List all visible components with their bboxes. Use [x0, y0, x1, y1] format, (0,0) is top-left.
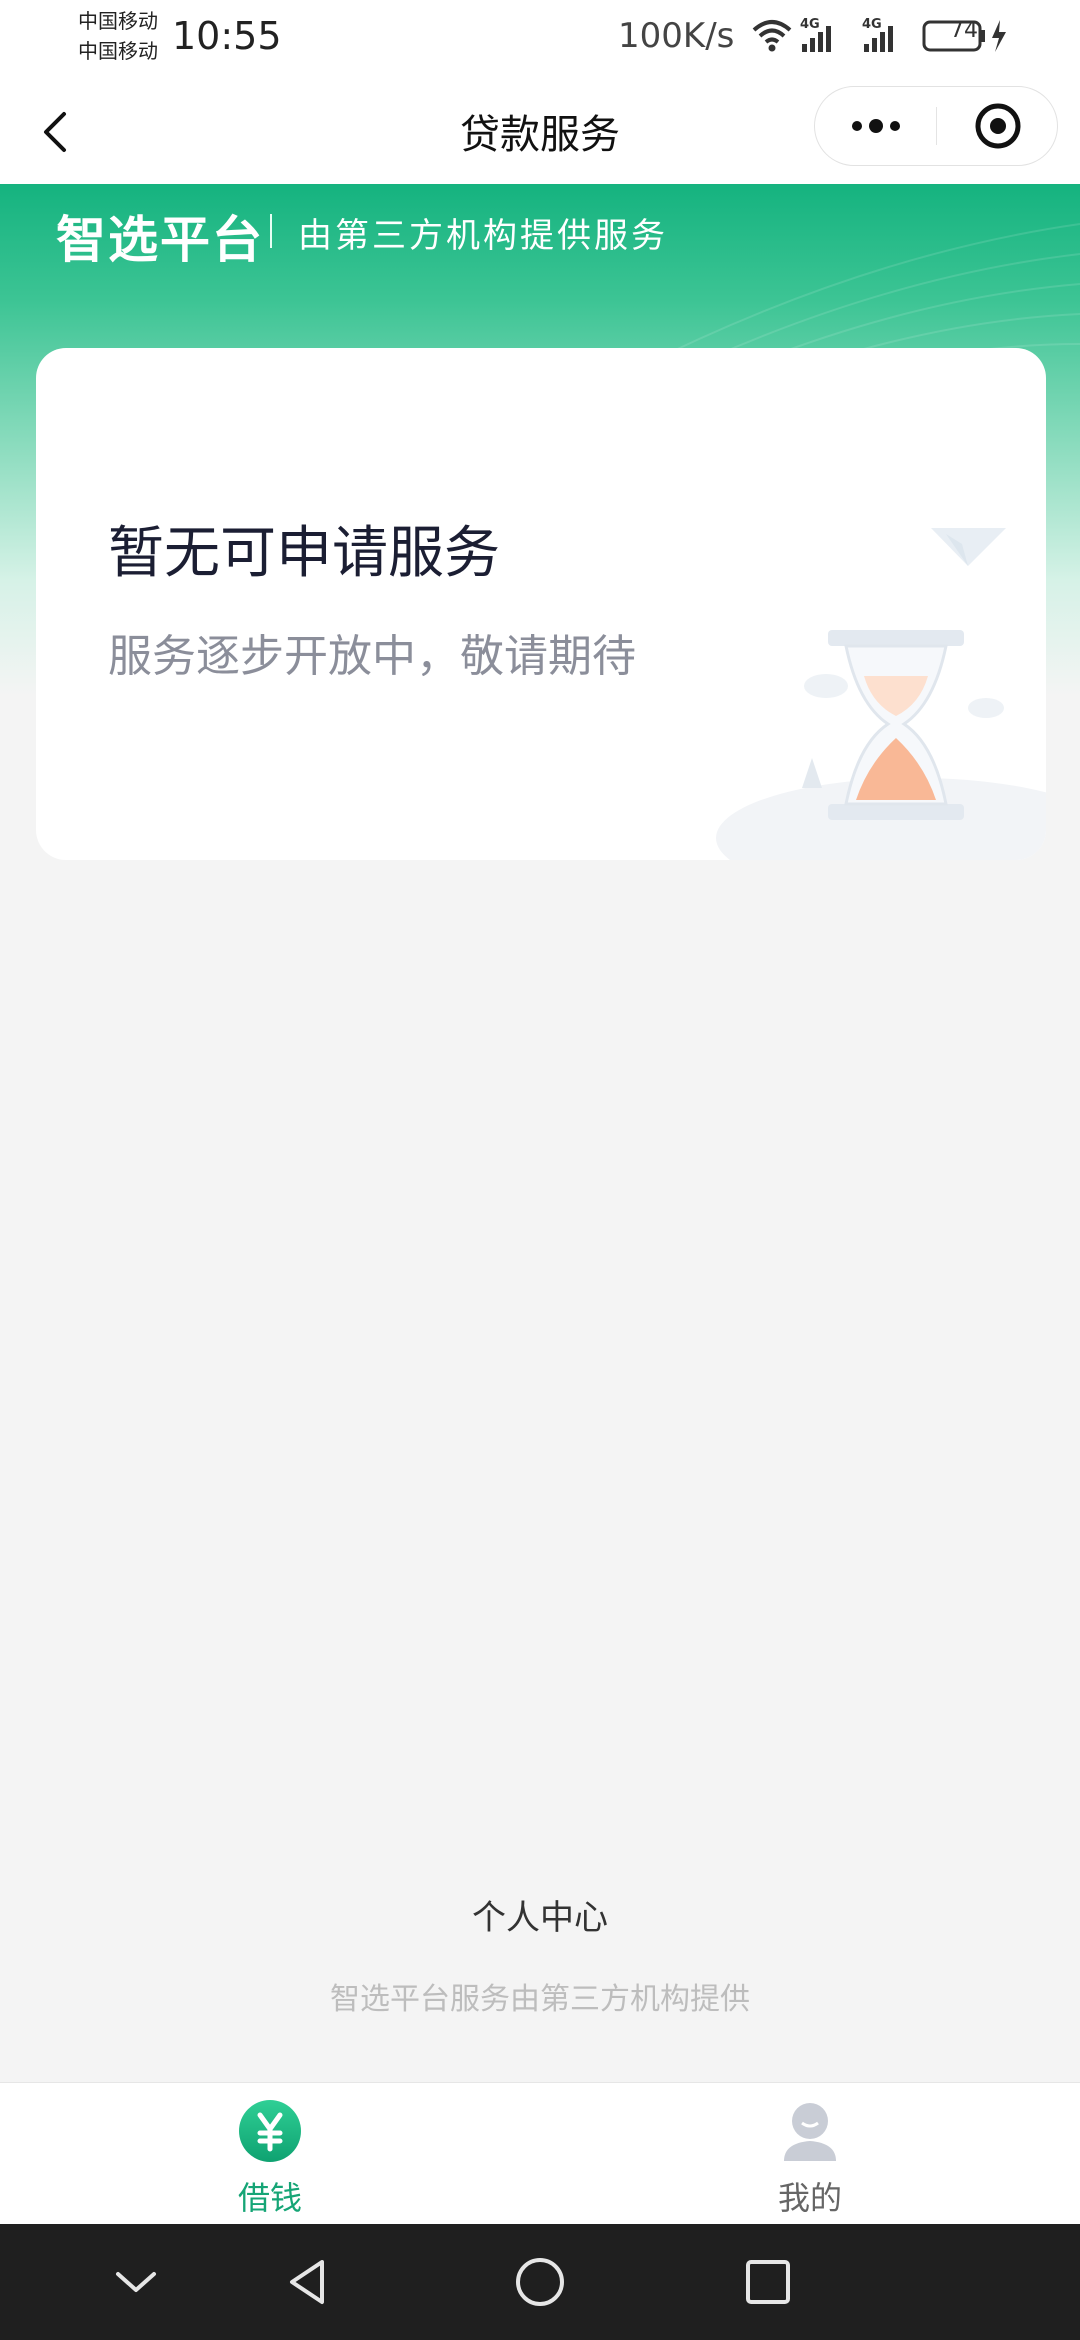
- svg-text:4G: 4G: [800, 17, 820, 32]
- nav-bar: 贷款服务: [0, 80, 1080, 184]
- tab-borrow-label: 借钱: [237, 2179, 302, 2217]
- recents-square-icon[interactable]: [742, 2256, 794, 2308]
- status-bar: 中国移动 中国移动 10:55 100K/s 4G 4G 74: [0, 0, 1080, 80]
- home-circle-icon[interactable]: [512, 2256, 568, 2308]
- target-icon: [975, 103, 1021, 149]
- tab-mine-label: 我的: [777, 2179, 842, 2217]
- back-triangle-icon[interactable]: [282, 2256, 334, 2308]
- provider-note: 智选平台服务由第三方机构提供: [330, 1982, 750, 2017]
- hourglass-icon: [716, 528, 1046, 860]
- more-button[interactable]: [815, 87, 937, 165]
- status-time: 10:55: [172, 14, 282, 58]
- empty-state-card: 暂无可申请服务 服务逐步开放中，敬请期待: [36, 348, 1046, 860]
- carrier-labels: 中国移动 中国移动: [78, 6, 158, 66]
- network-speed: 100K/s: [618, 16, 735, 56]
- brand-divider: [270, 214, 272, 248]
- tab-mine[interactable]: 我的: [540, 2083, 1080, 2225]
- user-icon: [784, 2103, 836, 2161]
- chevron-down-icon[interactable]: [110, 2256, 162, 2308]
- close-button[interactable]: [937, 87, 1059, 165]
- personal-center-link[interactable]: 个人中心: [0, 1890, 1080, 1939]
- carrier-2: 中国移动: [78, 39, 158, 63]
- status-icons: 4G 4G 74: [752, 16, 1012, 56]
- empty-title: 暂无可申请服务: [108, 521, 500, 586]
- brand-name: 智选平台: [56, 211, 264, 269]
- more-dots-icon: [852, 119, 900, 133]
- carrier-1: 中国移动: [78, 9, 158, 33]
- empty-subtitle: 服务逐步开放中，敬请期待: [108, 631, 636, 682]
- yuan-icon: [239, 2100, 301, 2162]
- svg-text:4G: 4G: [862, 17, 882, 32]
- system-nav-bar: [0, 2224, 1080, 2340]
- tab-borrow[interactable]: 借钱: [0, 2083, 540, 2225]
- mini-program-capsule: [814, 86, 1058, 166]
- tab-bar: 借钱 我的: [0, 2082, 1080, 2225]
- brand-subtitle: 由第三方机构提供服务: [298, 216, 668, 256]
- battery-level: 74: [950, 18, 978, 43]
